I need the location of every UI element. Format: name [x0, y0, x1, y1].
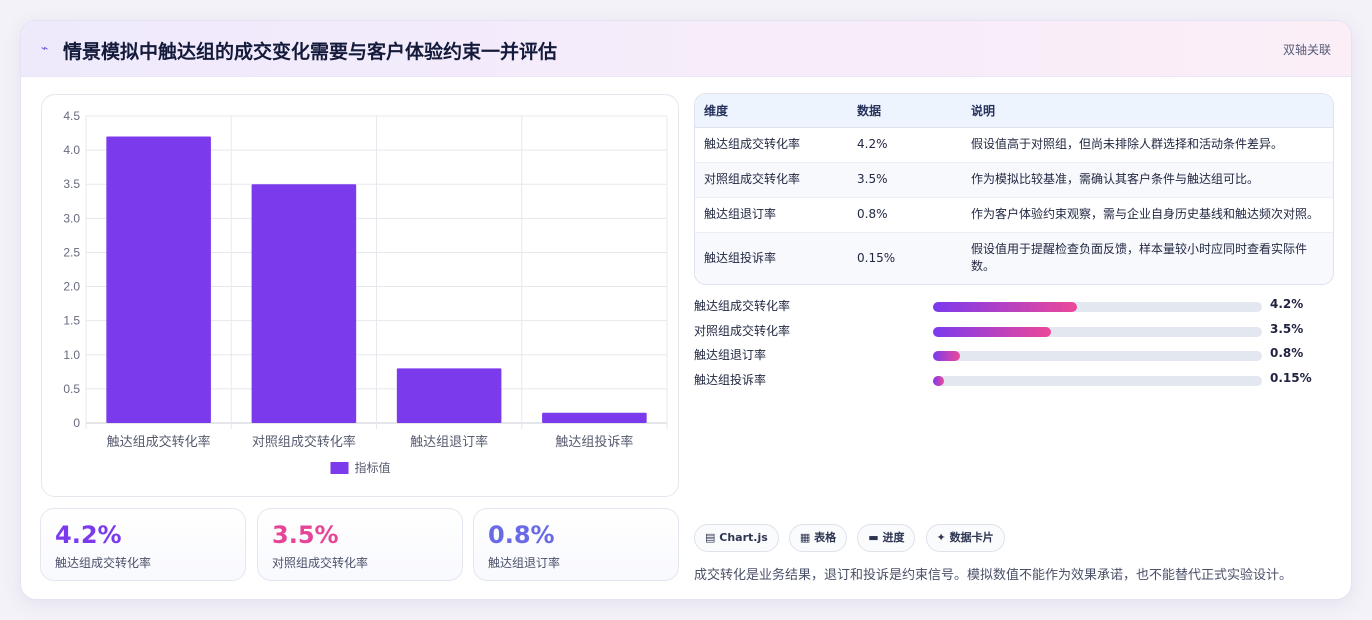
chip-label: 表格 — [814, 531, 837, 544]
legend-label: 指标值 — [355, 460, 391, 475]
cell-data: 0.8% — [848, 197, 962, 233]
y-tick-label: 1.0 — [63, 348, 80, 362]
y-tick-label: 0 — [73, 416, 80, 430]
progress-label: 触达组成交转化率 — [694, 299, 791, 313]
cell-dimension: 触达组退订率 — [695, 197, 848, 233]
bar — [396, 368, 502, 423]
progress-value: 4.2% — [1270, 297, 1304, 311]
cell-data: 0.15% — [848, 232, 962, 284]
progress-icon: ▬ — [868, 531, 879, 544]
cell-dimension: 对照组成交转化率 — [695, 162, 848, 198]
stat-card-unsubscribe: 0.8% 触达组退订率 — [473, 508, 679, 581]
progress-fill — [933, 376, 945, 387]
page-title: 情景模拟中触达组的成交变化需要与客户体验约束一并评估 — [63, 41, 558, 63]
x-tick-label: 触达组退订率 — [410, 434, 488, 450]
progress-track — [933, 351, 1262, 362]
progress-row: 触达组退订率 0.8% — [694, 344, 1334, 369]
x-tick-label: 触达组成交转化率 — [107, 434, 211, 450]
table-row: 对照组成交转化率 3.5% 作为模拟比较基准，需确认其客户条件与触达组可比。 — [695, 162, 1333, 198]
progress-row: 触达组投诉率 0.15% — [694, 369, 1334, 394]
tech-chips: ▤ Chart.js ▦ 表格 ▬ 进度 ✦ 数据卡片 — [694, 524, 1010, 552]
table-row: 触达组投诉率 0.15% 假设值用于提醒检查负面反馈，样本量较小时应同时查看实际… — [695, 232, 1333, 284]
chip-chartjs[interactable]: ▤ Chart.js — [694, 524, 779, 552]
progress-list: 触达组成交转化率 4.2% 对照组成交转化率 3.5% 触达组退订率 0.8% … — [694, 295, 1334, 394]
stat-value: 3.5% — [272, 521, 339, 549]
chip-label: 进度 — [882, 531, 905, 544]
sparkle-icon: ⌁ — [41, 41, 49, 55]
y-tick-label: 2.5 — [63, 245, 80, 259]
bar — [542, 412, 647, 423]
header: ⌁ 情景模拟中触达组的成交变化需要与客户体验约束一并评估 双轴关联 — [21, 21, 1351, 77]
y-tick-label: 1.5 — [63, 314, 80, 328]
progress-value: 3.5% — [1270, 321, 1304, 336]
cell-note: 假设值用于提醒检查负面反馈，样本量较小时应同时查看实际件数。 — [962, 232, 1333, 284]
progress-value: 0.8% — [1270, 346, 1304, 361]
x-tick-label: 触达组投诉率 — [555, 434, 633, 450]
metrics-table-panel: 维度 数据 说明 触达组成交转化率 4.2% 假设值高于对照组，但尚未排除人群选… — [694, 93, 1334, 285]
table-row: 触达组成交转化率 4.2% 假设值高于对照组，但尚未排除人群选择和活动条件差异。 — [695, 127, 1333, 163]
stat-card-control-conversion: 3.5% 对照组成交转化率 — [257, 508, 463, 581]
cell-data: 3.5% — [848, 162, 962, 198]
progress-value: 0.15% — [1270, 371, 1312, 386]
progress-fill — [933, 326, 1052, 337]
chip-data-card[interactable]: ✦ 数据卡片 — [925, 524, 1005, 552]
progress-row: 触达组成交转化率 4.2% — [694, 295, 1334, 320]
y-tick-label: 3.0 — [63, 211, 80, 225]
stat-label: 对照组成交转化率 — [272, 556, 369, 570]
bar — [251, 184, 357, 423]
chip-label: 数据卡片 — [949, 531, 994, 544]
cell-note: 假设值高于对照组，但尚未排除人群选择和活动条件差异。 — [962, 127, 1333, 163]
y-tick-label: 4.0 — [63, 143, 80, 157]
chip-table[interactable]: ▦ 表格 — [788, 524, 848, 552]
y-tick-label: 2.0 — [63, 280, 80, 294]
table-icon: ▦ — [799, 531, 811, 544]
y-tick-label: 4.5 — [63, 109, 80, 123]
col-header-dimension: 维度 — [695, 94, 848, 128]
progress-fill — [933, 351, 960, 362]
chip-label: Chart.js — [719, 531, 768, 544]
progress-label: 对照组成交转化率 — [694, 323, 791, 338]
progress-fill — [933, 302, 1077, 312]
bar-chart-panel: 0 0.5 1.0 1.5 2.0 2.5 3.0 3.5 4.0 4.5 触达组成交转化率 对照组成… — [41, 94, 679, 497]
chip-progress[interactable]: ▬ 进度 — [857, 524, 916, 552]
table-row: 触达组退订率 0.8% 作为客户体验约束观察，需与企业自身历史基线和触达频次对照… — [695, 197, 1333, 233]
stat-label: 触达组退订率 — [488, 556, 561, 570]
cell-note: 作为模拟比较基准，需确认其客户条件与触达组可比。 — [962, 162, 1333, 198]
progress-track — [933, 302, 1262, 312]
y-tick-label: 0.5 — [63, 382, 80, 396]
progress-row: 对照组成交转化率 3.5% — [694, 320, 1334, 345]
chart-icon: ▤ — [705, 531, 716, 544]
col-header-data: 数据 — [848, 94, 962, 128]
progress-track — [933, 376, 1262, 387]
stat-value: 4.2% — [55, 521, 122, 549]
x-tick-label: 对照组成交转化率 — [252, 434, 356, 450]
cell-note: 作为客户体验约束观察，需与企业自身历史基线和触达频次对照。 — [962, 197, 1333, 233]
table-header-row: 维度 数据 说明 — [695, 94, 1333, 128]
progress-label: 触达组投诉率 — [694, 373, 767, 388]
bar — [106, 136, 211, 423]
stat-value: 0.8% — [488, 521, 555, 549]
sparkle-icon: ✦ — [936, 531, 946, 544]
cell-data: 4.2% — [848, 127, 962, 163]
progress-track — [933, 326, 1262, 337]
stat-label: 触达组成交转化率 — [55, 556, 152, 570]
dashboard-card: ⌁ 情景模拟中触达组的成交变化需要与客户体验约束一并评估 双轴关联 0 0.5 1.… — [20, 20, 1352, 600]
legend-swatch — [330, 462, 349, 474]
footnote: 成交转化是业务结果，退订和投诉是约束信号。模拟数值不能作为效果承诺，也不能替代正… — [694, 568, 1293, 583]
cell-dimension: 触达组成交转化率 — [695, 127, 848, 163]
progress-label: 触达组退订率 — [694, 348, 767, 363]
dual-axis-tag: 双轴关联 — [1282, 43, 1331, 57]
y-tick-label: 3.5 — [63, 177, 80, 191]
cell-dimension: 触达组投诉率 — [695, 232, 848, 284]
stat-card-reach-conversion: 4.2% 触达组成交转化率 — [40, 508, 246, 581]
metrics-table: 维度 数据 说明 触达组成交转化率 4.2% 假设值高于对照组，但尚未排除人群选… — [695, 94, 1333, 284]
col-header-note: 说明 — [962, 94, 1333, 128]
bar-chart: 0 0.5 1.0 1.5 2.0 2.5 3.0 3.5 4.0 4.5 触达组成交转化率 对照组成… — [63, 109, 668, 475]
